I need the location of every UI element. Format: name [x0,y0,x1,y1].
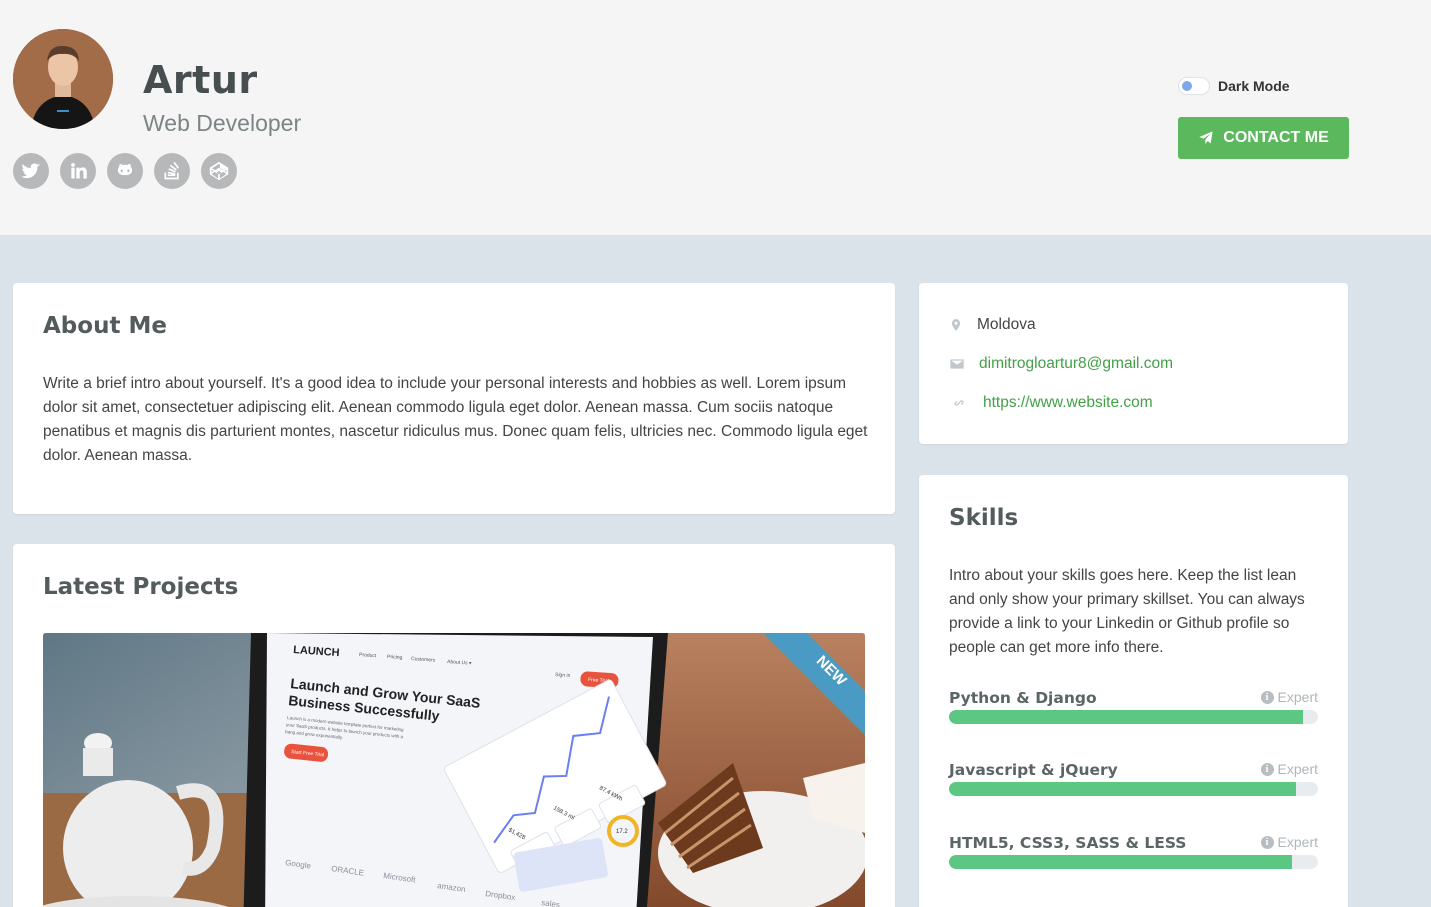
contact-info-card: Moldova dimitrogloartur8@gmail.com https… [919,283,1348,444]
profile-header: Artur Web Developer Dark Mode CONTACT ME [0,0,1431,235]
linkedin-link[interactable] [60,153,96,189]
skills-title: Skills [949,505,1019,531]
social-links [13,153,237,189]
email-link[interactable]: dimitrogloartur8@gmail.com [979,355,1173,373]
screen-nav-2: Pricing [387,654,403,661]
screen-logo-6: sales [541,898,561,907]
envelope-icon [950,359,964,369]
profile-name: Artur [143,58,258,102]
stackoverflow-icon [164,161,180,180]
info-icon: i [1260,690,1274,704]
about-card: About Me Write a brief intro about yours… [13,283,895,514]
github-icon [117,163,133,176]
info-icon: i [1260,835,1274,849]
stackoverflow-link[interactable] [154,153,190,189]
dark-mode-toggle[interactable]: Dark Mode [1178,77,1290,95]
info-icon: i [1260,762,1274,776]
screen-nav-1: Product [359,652,377,659]
skill-item: Python & Django i Expert [949,689,1318,724]
skills-card: Skills Intro about your skills goes here… [919,475,1348,907]
location-row: Moldova [949,316,1036,334]
skill-level: i Expert [1260,761,1318,777]
skills-intro: Intro about your skills goes here. Keep … [949,567,1305,656]
website-link[interactable]: https://www.website.com [983,394,1153,412]
paper-plane-icon [1199,131,1213,144]
codepen-link[interactable] [201,153,237,189]
skill-progress-fill [949,855,1293,869]
screen-sign-in: Sign in [555,672,571,679]
github-link[interactable] [107,153,143,189]
website-row: https://www.website.com [949,394,1153,412]
projects-title: Latest Projects [43,574,239,600]
skill-level: i Expert [1260,689,1318,705]
skill-level: i Expert [1260,834,1318,850]
map-marker-icon [951,319,961,331]
profile-tagline: Web Developer [143,110,302,136]
skill-item: Javascript & jQuery i Expert [949,761,1318,796]
location-text: Moldova [977,316,1036,333]
contact-me-label: CONTACT ME [1223,129,1329,146]
avatar [13,29,113,129]
screen-stat-4: 17.2 [616,829,628,835]
about-text: Write a brief intro about yourself. It's… [43,375,868,464]
skill-progress-fill [949,710,1304,724]
codepen-icon [209,161,229,181]
dark-mode-label: Dark Mode [1218,78,1290,94]
projects-card: Latest Projects LAUNCH Product Pricing C… [13,544,895,907]
linkedin-icon [71,163,87,179]
dark-mode-switch[interactable] [1178,77,1210,95]
link-icon [954,400,964,406]
skill-progress-bar [949,782,1318,796]
project-thumbnail[interactable]: LAUNCH Product Pricing Customers About U… [43,633,865,907]
skill-progress-bar [949,855,1318,869]
email-row: dimitrogloartur8@gmail.com [949,355,1173,373]
skill-progress-bar [949,710,1318,724]
twitter-icon [21,163,41,179]
about-title: About Me [43,313,167,339]
contact-me-button[interactable]: CONTACT ME [1178,117,1349,159]
skill-item: HTML5, CSS3, SASS & LESS i Expert [949,834,1318,869]
skill-progress-fill [949,782,1296,796]
twitter-link[interactable] [13,153,49,189]
